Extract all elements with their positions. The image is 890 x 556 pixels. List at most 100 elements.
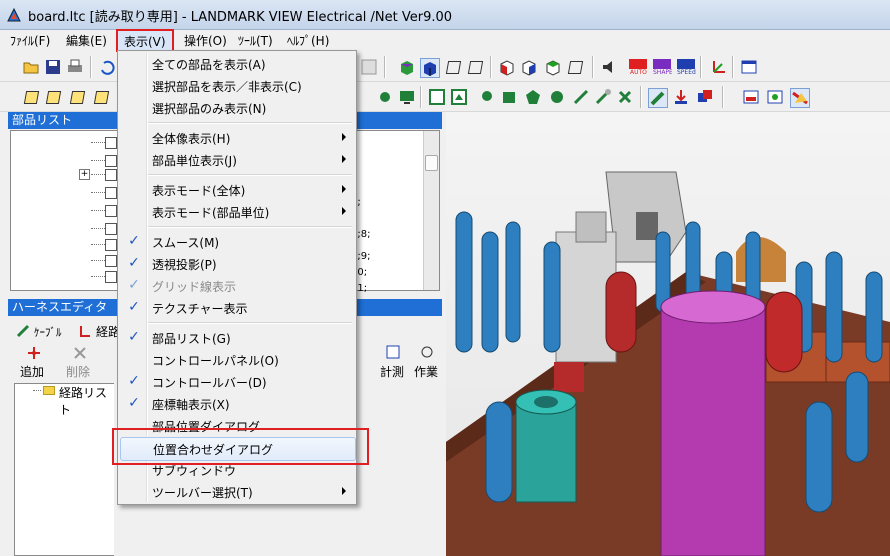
color-cube-icon[interactable] (398, 58, 416, 76)
delete-button-label: 削除 (66, 365, 91, 379)
cube-icon-2[interactable] (44, 88, 62, 106)
wire-cube-icon-1[interactable] (444, 58, 462, 76)
menu-item-label: 選択部品を表示／非表示(C) (152, 80, 302, 94)
pen-icon[interactable] (648, 88, 668, 108)
tool-icon-4[interactable] (548, 88, 566, 106)
menu-item[interactable]: ✓ スムース(M) (120, 231, 354, 253)
camera-icon[interactable] (376, 88, 394, 106)
wire-cube-icon-2[interactable] (466, 58, 484, 76)
window-icon[interactable] (740, 58, 758, 76)
submenu-arrow-icon (342, 207, 346, 215)
print-icon[interactable] (66, 58, 84, 76)
expand-icon[interactable]: + (79, 169, 90, 180)
route-list-root[interactable]: 経路リスト (59, 384, 114, 418)
tool-icon-3[interactable] (524, 88, 542, 106)
menu-item-label: 透視投影(P) (152, 258, 217, 272)
speaker-icon[interactable] (600, 58, 618, 76)
menu-item-label: 部品リスト(G) (152, 332, 231, 346)
tool-icon-7[interactable] (616, 88, 634, 106)
open-folder-icon[interactable] (22, 58, 40, 76)
face-cube-icon-3[interactable] (544, 58, 562, 76)
menu-item[interactable]: ✓ グリッド線表示 (120, 275, 354, 297)
tool-icon-1[interactable] (478, 88, 496, 106)
menu-edit[interactable]: 編集(E) (66, 32, 107, 49)
measure-button[interactable]: 計測 (378, 345, 408, 379)
save-icon[interactable] (44, 58, 62, 76)
frame-icon-2[interactable] (450, 88, 468, 106)
highlight-annotation (112, 428, 369, 465)
shape-icon[interactable]: SHAPE (652, 58, 673, 76)
tab-cable[interactable]: ｹｰﾌﾞﾙ (34, 324, 62, 340)
menu-item[interactable]: 選択部品のみ表示(N) (120, 97, 354, 119)
axis-icon[interactable] (710, 58, 728, 76)
tool-icon-6[interactable] (594, 88, 612, 106)
menu-bar: ﾌｧｲﾙ(F) 編集(E) 表示(V) 操作(O) ﾂｰﾙ(T) ﾍﾙﾌﾟ(H) (0, 29, 890, 54)
cable-icon (16, 324, 30, 341)
menu-item-label: テクスチャー表示 (152, 302, 248, 316)
grid-icon[interactable] (360, 58, 378, 76)
menu-item-label: 表示モード(全体) (152, 184, 246, 198)
menu-item-label: ツールバー選択(T) (152, 486, 253, 500)
menu-item[interactable]: 全体像表示(H) (120, 127, 354, 149)
download-icon[interactable] (672, 88, 690, 106)
menu-item[interactable]: ✓ 座標軸表示(X) (120, 393, 354, 415)
delete-icon (74, 347, 86, 359)
menu-item[interactable]: ✓ コントロールバー(D) (120, 371, 354, 393)
menu-item[interactable]: 表示モード(全体) (120, 179, 354, 201)
folder-icon (43, 386, 55, 395)
menu-separator (148, 174, 352, 176)
checkmark-icon: ✓ (128, 255, 140, 271)
menu-file[interactable]: ﾌｧｲﾙ(F) (10, 32, 50, 49)
add-button[interactable]: 追加 (18, 345, 48, 379)
menu-item[interactable]: 全ての部品を表示(A) (120, 53, 354, 75)
auto-icon[interactable]: AUTO (628, 58, 647, 76)
menu-operation[interactable]: 操作(O) (184, 32, 227, 49)
checkmark-icon: ✓ (128, 299, 140, 315)
route-tree[interactable]: 経路リスト (14, 383, 114, 556)
tool-icon-2[interactable] (500, 88, 518, 106)
menu-help[interactable]: ﾍﾙﾌﾟ(H) (287, 32, 329, 49)
menu-item[interactable]: 部品単位表示(J) (120, 149, 354, 171)
tool-icon-5[interactable] (572, 88, 590, 106)
route-icon (78, 324, 92, 341)
checkmark-icon: ✓ (128, 233, 140, 249)
cube-icon-1[interactable] (22, 88, 40, 106)
face-cube-icon-1[interactable] (498, 58, 516, 76)
monitor-icon[interactable] (398, 88, 416, 106)
3d-viewport[interactable] (446, 112, 890, 556)
submenu-arrow-icon (342, 487, 346, 495)
scrollbar-thumb[interactable] (425, 155, 438, 171)
submenu-arrow-icon (342, 133, 346, 141)
submenu-arrow-icon (342, 185, 346, 193)
color-blocks-icon[interactable] (696, 88, 714, 106)
frame-icon-1[interactable] (428, 88, 446, 106)
checkmark-icon: ✓ (128, 329, 140, 345)
menu-item[interactable]: ✓ テクスチャー表示 (120, 297, 354, 319)
vertical-scrollbar[interactable] (423, 131, 439, 290)
menu-item-label: 表示モード(部品単位) (152, 206, 270, 220)
solid-cube-icon[interactable] (420, 58, 440, 78)
wire-cube-icon-3[interactable] (566, 58, 584, 76)
cube-icon-3[interactable] (68, 88, 86, 106)
refresh-icon[interactable] (98, 58, 116, 76)
menu-item[interactable]: ✓ 透視投影(P) (120, 253, 354, 275)
menu-item[interactable]: 表示モード(部品単位) (120, 201, 354, 223)
cube-icon-4[interactable] (92, 88, 110, 106)
checkmark-icon: ✓ (128, 395, 140, 411)
menu-item[interactable]: コントロールパネル(O) (120, 349, 354, 371)
work-button[interactable]: 作業 (412, 345, 442, 379)
menu-item[interactable]: ツールバー選択(T) (120, 481, 354, 503)
measure-icon (386, 345, 400, 359)
checkmark-icon: ✓ (128, 277, 140, 293)
image-icon-1[interactable] (742, 88, 760, 106)
highlight-icon[interactable] (790, 88, 810, 108)
speed-icon[interactable]: SPEEd (676, 58, 696, 76)
menu-separator (148, 226, 352, 228)
menu-item[interactable]: 選択部品を表示／非表示(C) (120, 75, 354, 97)
image-icon-2[interactable] (766, 88, 784, 106)
menu-item[interactable]: ✓ 部品リスト(G) (120, 327, 354, 349)
add-icon (28, 347, 40, 359)
menu-tools[interactable]: ﾂｰﾙ(T) (238, 32, 273, 49)
delete-button[interactable]: 削除 (64, 345, 94, 379)
face-cube-icon-2[interactable] (520, 58, 538, 76)
